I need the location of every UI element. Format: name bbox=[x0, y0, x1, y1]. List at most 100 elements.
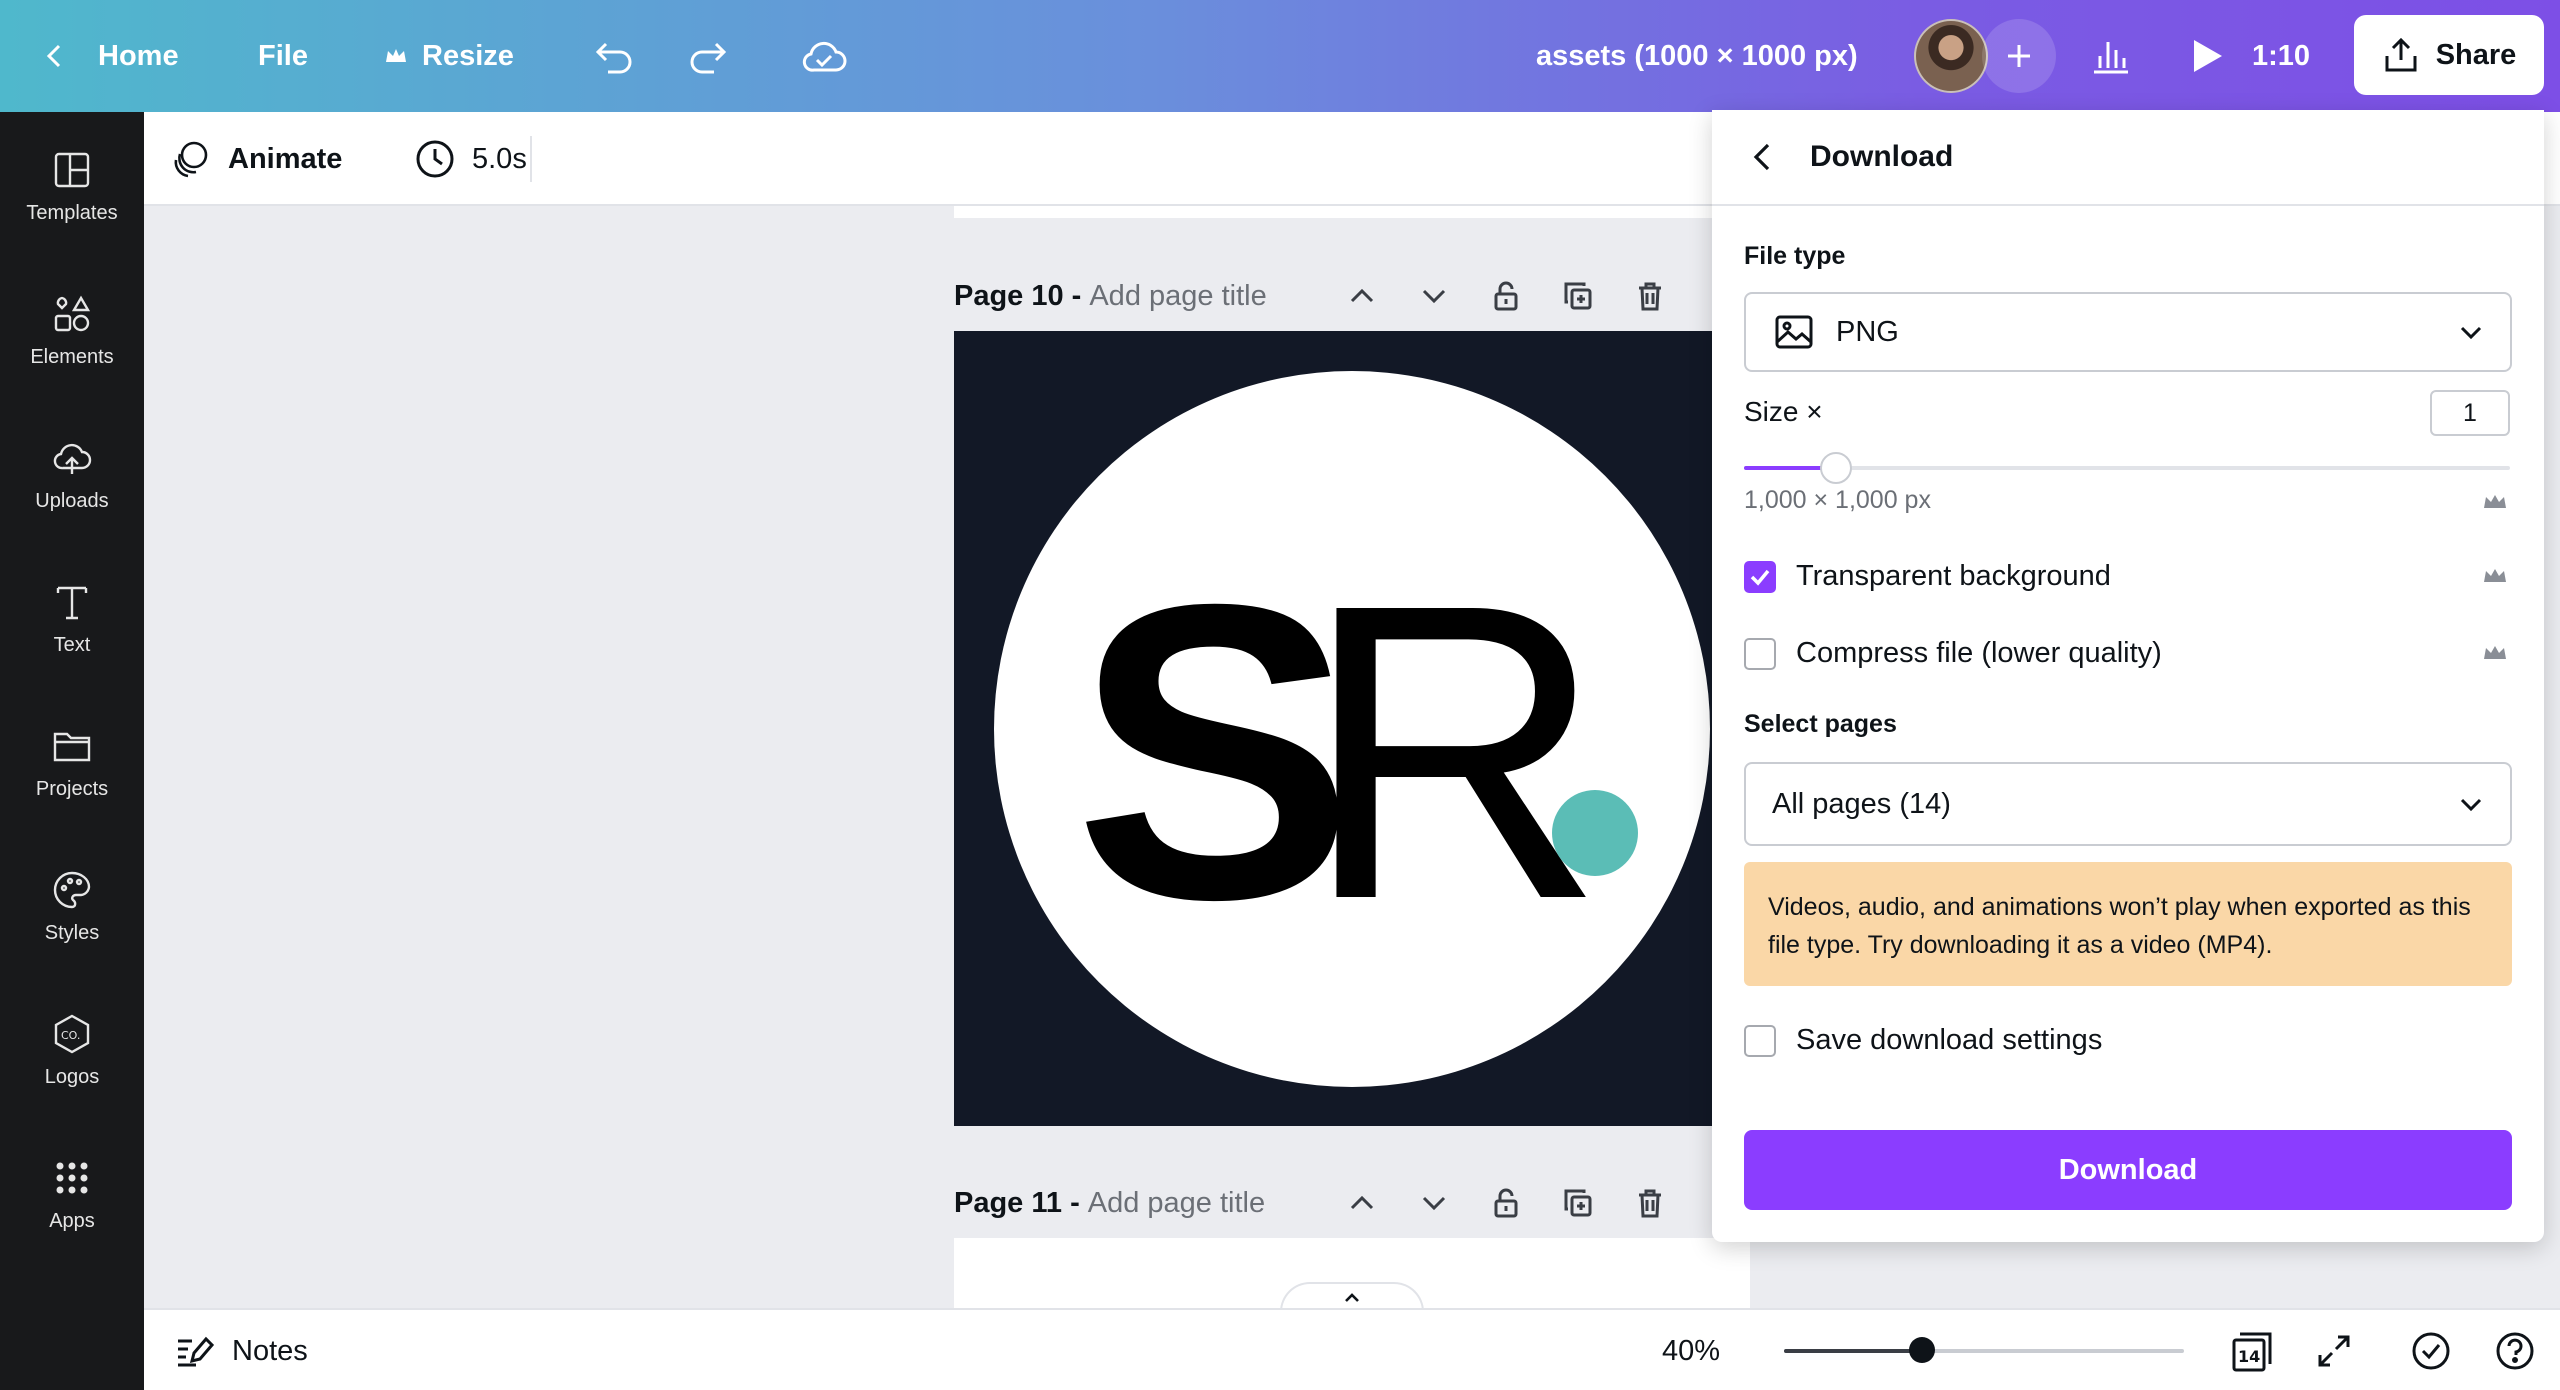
back-arrow-icon[interactable] bbox=[1748, 141, 1776, 173]
notes-button[interactable]: Notes bbox=[174, 1310, 308, 1390]
zoom-label: 40% bbox=[1662, 1334, 1721, 1367]
zoom-slider-fill bbox=[1784, 1349, 1922, 1353]
transparent-background-option[interactable]: Transparent background bbox=[1744, 560, 2111, 593]
duration-button[interactable]: 5.0s bbox=[414, 112, 527, 206]
zoom-slider[interactable] bbox=[1784, 1337, 2184, 1363]
page-number-label: Page 11 - bbox=[954, 1186, 1080, 1219]
duplicate-page-button[interactable] bbox=[1542, 266, 1614, 326]
sidebar-item-templates[interactable]: Templates bbox=[0, 126, 144, 246]
top-bar: Home File Resize assets (1000 × 1000 px)… bbox=[0, 0, 2560, 112]
delete-page-button[interactable] bbox=[1614, 266, 1686, 326]
duplicate-icon bbox=[1564, 1189, 1592, 1217]
play-icon bbox=[2194, 40, 2222, 72]
duplicate-page-button[interactable] bbox=[1542, 1173, 1614, 1233]
logo-accent-dot bbox=[1552, 790, 1638, 876]
lock-icon bbox=[1494, 281, 1518, 311]
lock-page-button[interactable] bbox=[1470, 266, 1542, 326]
animate-label: Animate bbox=[228, 142, 343, 175]
avatar[interactable] bbox=[1914, 19, 1988, 93]
size-slider[interactable] bbox=[1744, 452, 2510, 484]
save-download-settings-checkbox[interactable] bbox=[1744, 1024, 1776, 1057]
panel-title: Download bbox=[1810, 140, 1954, 173]
delete-page-button[interactable] bbox=[1614, 1173, 1686, 1233]
size-multiplier-input[interactable]: 1 bbox=[2430, 390, 2510, 436]
document-title[interactable]: assets (1000 × 1000 px) bbox=[1536, 0, 1858, 112]
undo-icon bbox=[595, 42, 632, 74]
undo-button[interactable] bbox=[592, 0, 636, 112]
toolbar-divider bbox=[530, 136, 532, 182]
timer-label: 1:10 bbox=[2252, 39, 2311, 72]
zoom-percentage[interactable]: 40% bbox=[1662, 1310, 1720, 1390]
save-download-settings-option[interactable]: Save download settings bbox=[1744, 1024, 2102, 1057]
animate-button[interactable]: Animate bbox=[170, 112, 342, 206]
zoom-slider-thumb[interactable] bbox=[1909, 1337, 1935, 1363]
compress-file-option[interactable]: Compress file (lower quality) bbox=[1744, 637, 2162, 670]
chevron-down-icon bbox=[2460, 798, 2482, 812]
svg-text:CO.: CO. bbox=[61, 1029, 80, 1042]
sidebar-item-label: Logos bbox=[44, 1065, 100, 1088]
sidebar-item-projects[interactable]: Projects bbox=[0, 702, 144, 822]
share-label: Share bbox=[2435, 38, 2517, 71]
add-collaborator-button[interactable] bbox=[1982, 19, 2056, 93]
sidebar-item-apps[interactable]: Apps bbox=[0, 1134, 144, 1254]
transparent-background-label: Transparent background bbox=[1796, 560, 2111, 592]
redo-button[interactable] bbox=[686, 0, 730, 112]
file-type-select[interactable]: PNG bbox=[1744, 292, 2512, 372]
page-grid-button[interactable]: 14 bbox=[2230, 1310, 2276, 1390]
folder-icon bbox=[53, 732, 91, 761]
page-10-header: Page 10 - Add page title bbox=[954, 266, 1267, 326]
notes-label: Notes bbox=[232, 1334, 308, 1367]
select-pages-value: All pages (14) bbox=[1772, 787, 1951, 820]
move-page-down-button[interactable] bbox=[1398, 1173, 1470, 1233]
left-sidebar: Templates Elements Uploads Text Projects… bbox=[0, 112, 144, 1390]
palette-icon bbox=[53, 871, 91, 908]
file-menu-button[interactable]: File bbox=[258, 0, 308, 112]
share-button[interactable]: Share bbox=[2354, 15, 2544, 95]
download-button[interactable]: Download bbox=[1744, 1130, 2512, 1210]
move-page-up-button[interactable] bbox=[1326, 1173, 1398, 1233]
select-pages-label: Select pages bbox=[1744, 710, 1897, 738]
page-10-artboard[interactable]: S R bbox=[954, 331, 1750, 1126]
animate-icon bbox=[174, 141, 208, 178]
sidebar-item-text[interactable]: Text bbox=[0, 558, 144, 678]
document-title-text: assets (1000 × 1000 px) bbox=[1536, 39, 1858, 72]
elements-icon bbox=[54, 295, 91, 331]
sidebar-item-styles[interactable]: Styles bbox=[0, 846, 144, 966]
templates-icon bbox=[54, 152, 90, 187]
checkmark-icon bbox=[1750, 569, 1770, 586]
compress-file-checkbox[interactable] bbox=[1744, 637, 1776, 670]
page-title-input[interactable]: Add page title bbox=[1089, 280, 1266, 313]
lock-page-button[interactable] bbox=[1470, 1173, 1542, 1233]
pages-icon: 14 bbox=[2232, 1332, 2272, 1372]
duration-label: 5.0s bbox=[472, 142, 527, 175]
share-upload-icon bbox=[2385, 37, 2417, 72]
cloud-check-icon bbox=[802, 41, 847, 72]
home-button[interactable]: Home bbox=[40, 0, 179, 112]
fullscreen-button[interactable] bbox=[2314, 1310, 2354, 1390]
sidebar-item-logos[interactable]: CO. Logos bbox=[0, 990, 144, 1110]
save-status-button[interactable] bbox=[800, 0, 848, 112]
present-button[interactable]: 1:10 bbox=[2190, 0, 2310, 112]
select-pages-dropdown[interactable]: All pages (14) bbox=[1744, 762, 2512, 846]
move-page-up-button[interactable] bbox=[1326, 266, 1398, 326]
insights-button[interactable] bbox=[2090, 0, 2132, 112]
chevron-up-icon bbox=[1350, 1195, 1374, 1210]
trash-icon bbox=[1639, 1189, 1661, 1218]
chevron-up-icon bbox=[1350, 288, 1374, 303]
export-warning-notice: Videos, audio, and animations won’t play… bbox=[1744, 862, 2512, 986]
save-download-settings-label: Save download settings bbox=[1796, 1024, 2103, 1056]
help-button[interactable] bbox=[2494, 1310, 2536, 1390]
resize-button[interactable]: Resize bbox=[384, 0, 514, 112]
page-11-actions bbox=[1326, 1173, 1686, 1233]
move-page-down-button[interactable] bbox=[1398, 266, 1470, 326]
review-button[interactable] bbox=[2410, 1310, 2452, 1390]
sidebar-item-elements[interactable]: Elements bbox=[0, 270, 144, 390]
transparent-background-checkbox[interactable] bbox=[1744, 560, 1776, 593]
sidebar-item-label: Text bbox=[53, 633, 91, 656]
resize-label: Resize bbox=[422, 39, 514, 72]
sidebar-item-uploads[interactable]: Uploads bbox=[0, 414, 144, 534]
notes-icon bbox=[178, 1336, 214, 1367]
file-type-label: File type bbox=[1744, 242, 1846, 270]
size-slider-thumb[interactable] bbox=[1820, 452, 1852, 484]
page-title-input[interactable]: Add page title bbox=[1088, 1187, 1265, 1220]
